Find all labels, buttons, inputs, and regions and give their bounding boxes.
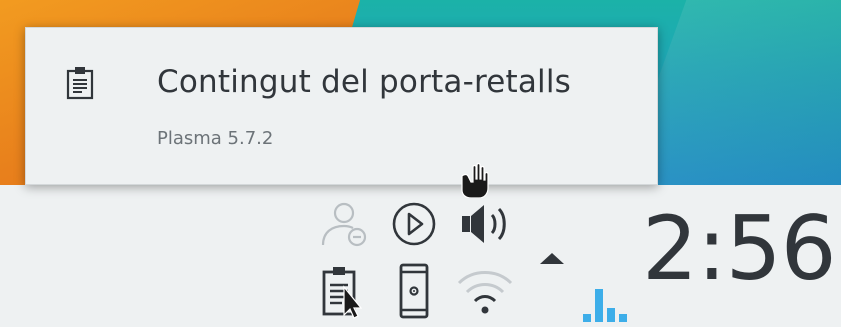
hand-cursor-icon [461, 162, 489, 198]
user-away-icon[interactable] [320, 200, 368, 248]
volume-icon[interactable] [460, 200, 512, 248]
clipboard-tray-icon[interactable] [320, 263, 362, 319]
tooltip-title: Contingut del porta-retalls [157, 64, 572, 100]
tooltip-popup: Contingut del porta-retalls Plasma 5.7.2 [25, 27, 658, 185]
activity-bars-icon[interactable] [581, 284, 633, 324]
digital-clock[interactable]: 2:56 [642, 205, 837, 293]
wifi-icon[interactable] [455, 265, 515, 317]
clipboard-icon [66, 67, 94, 100]
tooltip-subtitle: Plasma 5.7.2 [157, 128, 274, 149]
phone-settings-icon[interactable] [398, 262, 430, 320]
desktop: Contingut del porta-retalls Plasma 5.7.2 [0, 0, 841, 327]
arrow-up-icon[interactable] [540, 253, 564, 264]
media-play-icon[interactable] [391, 201, 437, 247]
